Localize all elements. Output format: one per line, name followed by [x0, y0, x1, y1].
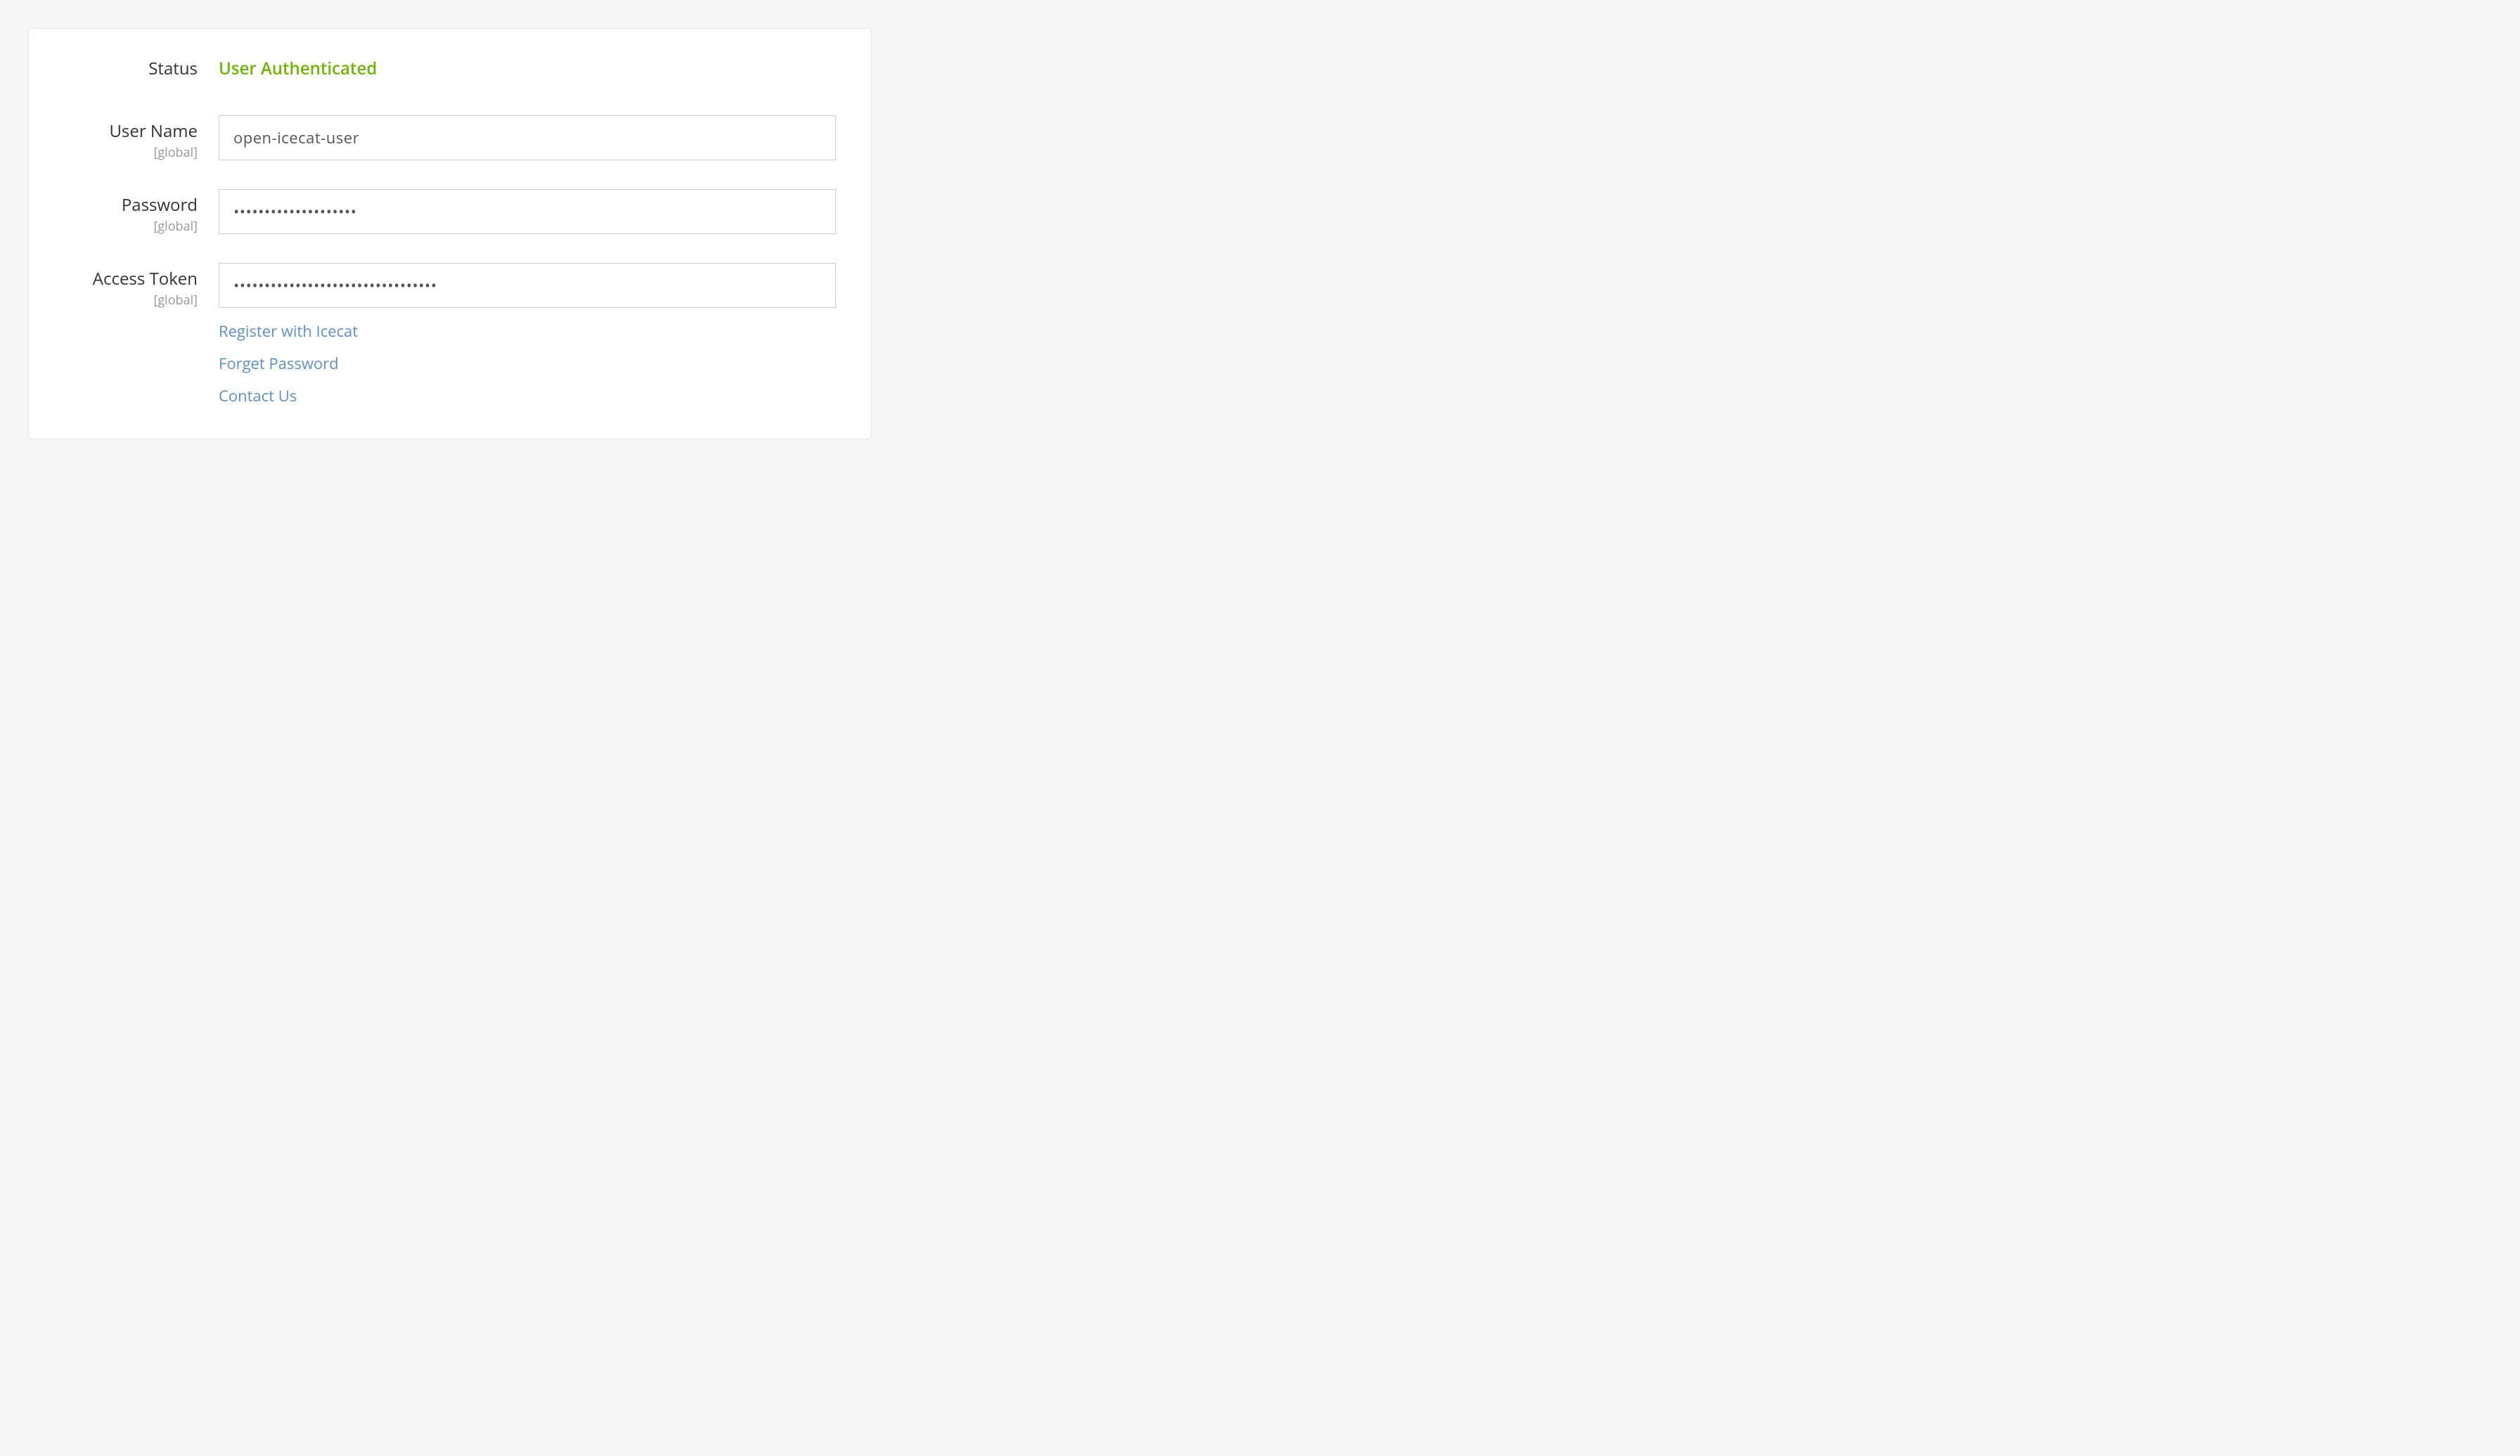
username-field-col	[219, 115, 836, 160]
username-label: User Name	[64, 120, 198, 143]
contact-us-link[interactable]: Contact Us	[219, 385, 836, 406]
status-value: User Authenticated	[219, 57, 377, 80]
access-token-label-col: Access Token [global]	[64, 263, 219, 309]
password-row: Password [global]	[64, 189, 836, 235]
username-input[interactable]	[219, 115, 836, 160]
access-token-field-col: Register with Icecat Forget Password Con…	[219, 263, 836, 418]
access-token-scope: [global]	[64, 292, 198, 309]
password-label-col: Password [global]	[64, 189, 219, 235]
access-token-label: Access Token	[64, 267, 198, 290]
status-field-col: User Authenticated	[219, 57, 836, 80]
username-label-col: User Name [global]	[64, 115, 219, 161]
password-input[interactable]	[219, 189, 836, 234]
settings-panel: Status User Authenticated User Name [glo…	[28, 28, 872, 439]
links-block: Register with Icecat Forget Password Con…	[219, 321, 836, 406]
username-row: User Name [global]	[64, 115, 836, 161]
status-row: Status User Authenticated	[64, 57, 836, 80]
username-scope: [global]	[64, 144, 198, 161]
access-token-row: Access Token [global] Register with Icec…	[64, 263, 836, 418]
access-token-input[interactable]	[219, 263, 836, 308]
password-scope: [global]	[64, 218, 198, 235]
register-link[interactable]: Register with Icecat	[219, 321, 836, 342]
password-label: Password	[64, 193, 198, 217]
status-label: Status	[64, 57, 198, 80]
password-field-col	[219, 189, 836, 234]
status-label-col: Status	[64, 57, 219, 80]
forget-password-link[interactable]: Forget Password	[219, 353, 836, 374]
